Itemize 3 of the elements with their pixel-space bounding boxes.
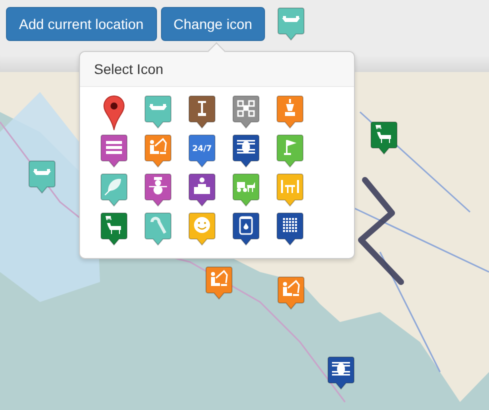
change-icon-button[interactable]: Change icon [160,7,266,41]
add-location-button[interactable]: Add current location [6,7,157,41]
popover-title: Select Icon [80,52,354,87]
